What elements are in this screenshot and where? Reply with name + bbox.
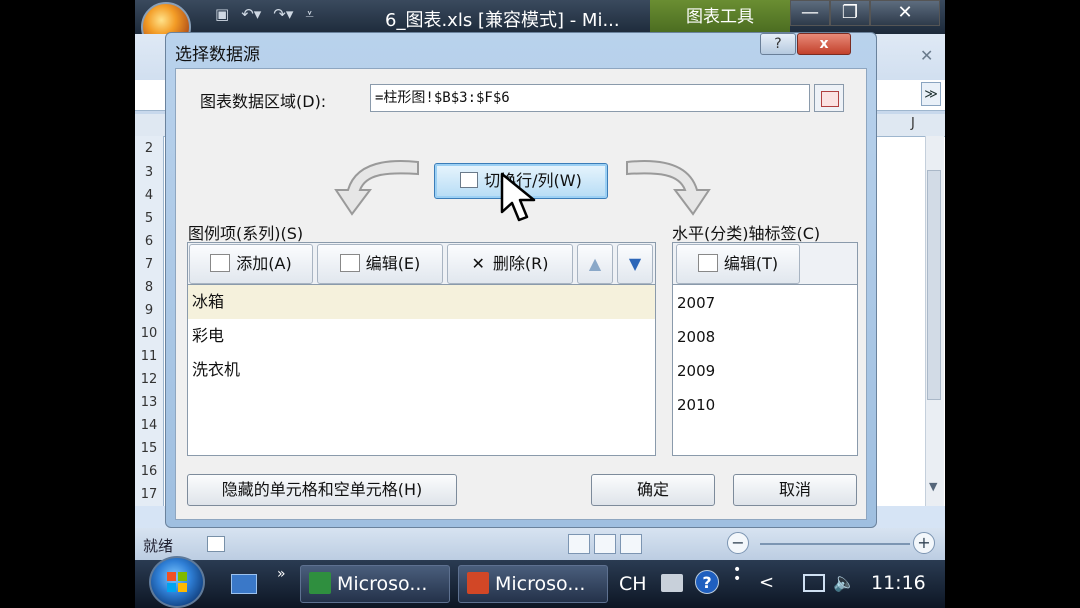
row-header[interactable]: 7	[135, 257, 163, 272]
save-icon[interactable]: ▣	[215, 5, 229, 23]
customize-qat-icon[interactable]: ⩡	[305, 5, 313, 23]
zoom-out-icon[interactable]: −	[727, 532, 749, 554]
show-desktop-icon[interactable]	[231, 574, 257, 594]
switch-row-column-icon	[460, 172, 479, 188]
range-collapse-button[interactable]	[814, 84, 844, 112]
undo-icon[interactable]: ↶▾	[241, 5, 261, 23]
list-item[interactable]: 2009	[673, 354, 857, 388]
list-item[interactable]: 2008	[673, 320, 857, 354]
status-text: 就绪	[143, 537, 174, 555]
scrollbar-thumb[interactable]	[927, 170, 941, 400]
list-item[interactable]: 冰箱	[188, 285, 655, 319]
help-icon[interactable]: ?	[695, 570, 719, 594]
ok-button[interactable]: 确定	[591, 474, 715, 506]
ribbon-close-icon[interactable]: ✕	[920, 46, 933, 65]
taskbar-powerpoint-button[interactable]: Microso...	[458, 565, 608, 603]
column-header-j[interactable]: J	[911, 116, 915, 131]
excel-app-icon	[309, 572, 331, 594]
row-header[interactable]: 15	[135, 441, 163, 456]
edit-icon	[339, 254, 360, 272]
zoom-slider[interactable]	[760, 543, 910, 545]
ime-options-icon[interactable]: • •	[733, 563, 741, 586]
row-header[interactable]: 13	[135, 395, 163, 410]
move-down-button[interactable]: ▼	[617, 244, 653, 284]
quick-access-toolbar: ▣ ↶▾ ↷▾ ⩡	[215, 5, 395, 29]
dialog-help-button[interactable]: ?	[760, 33, 796, 55]
row-header[interactable]: 2	[135, 141, 163, 156]
zoom-in-icon[interactable]: +	[913, 532, 935, 554]
window-title: 6_图表.xls [兼容模式] - Mi...	[385, 10, 620, 31]
windows-logo-icon	[167, 572, 187, 592]
powerpoint-app-icon	[467, 572, 489, 594]
row-header[interactable]: 10	[135, 326, 163, 341]
row-header[interactable]: 8	[135, 280, 163, 295]
down-arrow-icon: ▼	[628, 254, 642, 273]
scroll-down-icon[interactable]: ▼	[929, 480, 937, 493]
row-header[interactable]: 14	[135, 418, 163, 433]
list-item[interactable]: 彩电	[188, 319, 655, 353]
up-arrow-icon: ▲	[588, 254, 602, 273]
row-header[interactable]: 4	[135, 188, 163, 203]
taskbar-excel-button[interactable]: Microso...	[300, 565, 450, 603]
hidden-empty-cells-button[interactable]: 隐藏的单元格和空单元格(H)	[187, 474, 457, 506]
row-header[interactable]: 6	[135, 234, 163, 249]
list-item[interactable]: 洗衣机	[188, 353, 655, 387]
add-series-button[interactable]: 添加(A)	[189, 244, 313, 284]
restore-button[interactable]: ❐	[830, 0, 870, 26]
row-headers: 2 3 4 5 6 7 8 9 10 11 12 13 14 15 16 17	[135, 136, 164, 506]
delete-series-button[interactable]: ✕ 删除(R)	[447, 244, 573, 284]
chart-data-range-label: 图表数据区域(D):	[200, 92, 327, 111]
add-icon	[210, 254, 231, 272]
row-header[interactable]: 17	[135, 487, 163, 502]
minimize-button[interactable]: —	[790, 0, 830, 26]
cancel-button[interactable]: 取消	[733, 474, 857, 506]
quick-launch-more-icon[interactable]: »	[277, 566, 286, 582]
horizontal-axis-labels-label: 水平(分类)轴标签(C)	[672, 224, 821, 243]
volume-icon[interactable]: 🔈	[833, 572, 855, 593]
series-list[interactable]: 冰箱 彩电 洗衣机	[187, 284, 656, 456]
keyboard-icon[interactable]	[661, 574, 683, 592]
clock[interactable]: 11:16	[871, 572, 926, 594]
normal-view-icon[interactable]	[568, 534, 590, 554]
curved-arrow-left-icon	[334, 160, 419, 216]
list-item[interactable]: 2010	[673, 388, 857, 422]
legend-entries-label: 图例项(系列)(S)	[188, 224, 304, 243]
row-header[interactable]: 9	[135, 303, 163, 318]
move-up-button[interactable]: ▲	[577, 244, 613, 284]
row-header[interactable]: 12	[135, 372, 163, 387]
mouse-cursor-icon	[500, 172, 536, 222]
collapse-dialog-icon	[821, 91, 839, 107]
redo-icon[interactable]: ↷▾	[273, 5, 293, 23]
chart-tools-tab[interactable]: 图表工具	[650, 0, 790, 34]
row-header[interactable]: 11	[135, 349, 163, 364]
axis-labels-list[interactable]: 2007 2008 2009 2010	[672, 284, 858, 456]
list-item[interactable]: 2007	[673, 286, 857, 320]
dialog-title: 选择数据源	[175, 45, 260, 65]
delete-icon: ✕	[471, 254, 485, 273]
row-header[interactable]: 5	[135, 211, 163, 226]
row-header[interactable]: 16	[135, 464, 163, 479]
formula-expand-icon[interactable]: ≫	[921, 82, 941, 106]
network-icon[interactable]	[803, 574, 825, 592]
edit-icon	[697, 254, 718, 272]
page-break-view-icon[interactable]	[620, 534, 642, 554]
macro-record-icon[interactable]	[207, 536, 225, 552]
dialog-close-button[interactable]: x	[797, 33, 851, 55]
edit-axis-labels-button[interactable]: 编辑(T)	[676, 244, 800, 284]
language-indicator[interactable]: CH	[619, 573, 647, 595]
tray-expand-icon[interactable]: <	[759, 572, 774, 593]
chart-data-range-input[interactable]: =柱形图!$B$3:$F$6	[370, 84, 810, 112]
page-layout-view-icon[interactable]	[594, 534, 616, 554]
curved-arrow-right-icon	[626, 160, 711, 216]
close-window-button[interactable]: ✕	[870, 0, 940, 26]
row-header[interactable]: 3	[135, 165, 163, 180]
edit-series-button[interactable]: 编辑(E)	[317, 244, 443, 284]
